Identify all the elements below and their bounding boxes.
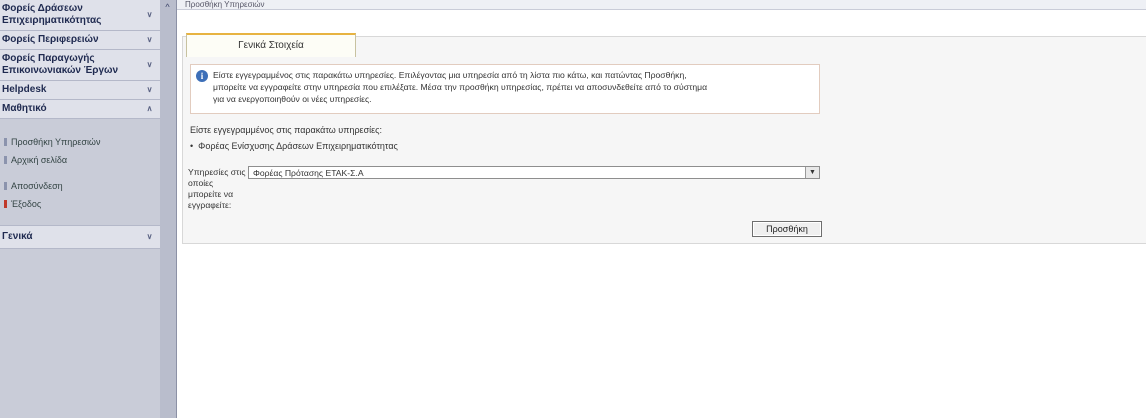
registered-service-label: Φορέας Ενίσχυσης Δράσεων Επιχειρηματικότ… bbox=[198, 141, 398, 151]
chevron-down-icon[interactable]: ∨ bbox=[144, 59, 155, 70]
sidebar-collapse-strip[interactable]: ^ bbox=[160, 0, 177, 418]
sidebar-section-label: Φορείς Δράσεων Επιχειρηματικότητας bbox=[2, 3, 102, 26]
sidebar-item-label: Αποσύνδεση bbox=[11, 181, 63, 191]
chevron-down-icon[interactable]: ∨ bbox=[144, 84, 155, 95]
sidebar-item-label: Αρχική σελίδα bbox=[11, 155, 68, 165]
sidebar-item-label: Έξοδος bbox=[11, 199, 42, 209]
info-icon: i bbox=[196, 70, 208, 82]
sidebar-section-student[interactable]: Μαθητικό ∧ bbox=[0, 100, 160, 119]
chevron-down-icon[interactable]: ∨ bbox=[144, 9, 155, 20]
chevron-down-icon[interactable]: ∨ bbox=[144, 231, 155, 242]
sidebar-item-logout[interactable]: Αποσύνδεση bbox=[0, 177, 160, 195]
sidebar-section-general[interactable]: Γενικά ∨ bbox=[0, 225, 160, 249]
info-message: i Είστε εγγεγραμμένος στις παρακάτω υπηρ… bbox=[190, 64, 820, 114]
bullet-icon bbox=[4, 156, 7, 164]
sidebar-item-label: Προσθήκη Υπηρεσιών bbox=[11, 137, 101, 147]
bullet-icon bbox=[4, 138, 7, 146]
registered-services-heading: Είστε εγγεγραμμένος στις παρακάτω υπηρεσ… bbox=[190, 125, 382, 135]
exit-icon bbox=[4, 200, 7, 208]
sidebar-section-actions[interactable]: Φορείς Δράσεων Επιχειρηματικότητας ∨ bbox=[0, 0, 160, 31]
page-title-bar: Προσθήκη Υπηρεσιών bbox=[177, 0, 1146, 10]
service-select-value: Φορέας Πρότασης ΕΤΑΚ-Σ.Α bbox=[253, 168, 364, 178]
sidebar: Φορείς Δράσεων Επιχειρηματικότητας ∨ Φορ… bbox=[0, 0, 161, 418]
service-select[interactable]: Φορέας Πρότασης ΕΤΑΚ-Σ.Α ▼ bbox=[248, 166, 820, 179]
sidebar-item-add-services[interactable]: Προσθήκη Υπηρεσιών bbox=[0, 133, 160, 151]
collapse-sidebar-icon[interactable]: ^ bbox=[162, 2, 173, 13]
sidebar-section-production[interactable]: Φορείς Παραγωγής Επικοινωνιακών Έργων ∨ bbox=[0, 50, 160, 81]
tab-general[interactable]: Γενικά Στοιχεία bbox=[186, 33, 356, 57]
info-text: Είστε εγγεγραμμένος στις παρακάτω υπηρεσ… bbox=[213, 69, 811, 105]
sidebar-item-exit[interactable]: Έξοδος bbox=[0, 195, 160, 213]
sidebar-section-label: Φορείς Περιφερειών bbox=[2, 34, 99, 45]
bullet-icon bbox=[4, 182, 7, 190]
add-service-button[interactable]: Προσθήκη bbox=[752, 221, 822, 237]
registered-service-item: • Φορέας Ενίσχυσης Δράσεων Επιχειρηματικ… bbox=[190, 141, 398, 151]
chevron-down-icon[interactable]: ∨ bbox=[144, 34, 155, 45]
service-select-label: Υπηρεσίες στις οποίες μπορείτε να εγγραφ… bbox=[188, 167, 246, 210]
sidebar-section-label: Helpdesk bbox=[2, 84, 47, 95]
info-line: Είστε εγγεγραμμένος στις παρακάτω υπηρεσ… bbox=[213, 70, 687, 80]
bullet-icon: • bbox=[190, 141, 196, 151]
tab-label: Γενικά Στοιχεία bbox=[238, 40, 304, 51]
chevron-up-icon[interactable]: ∧ bbox=[144, 103, 155, 114]
info-line: για να ενεργοποιηθούν οι νέες υπηρεσίες. bbox=[213, 94, 372, 104]
sidebar-section-helpdesk[interactable]: Helpdesk ∨ bbox=[0, 81, 160, 100]
sidebar-section-label: Μαθητικό bbox=[2, 103, 47, 114]
dropdown-arrow-icon[interactable]: ▼ bbox=[805, 167, 819, 178]
info-line: μπορείτε να εγγραφείτε στην υπηρεσία που… bbox=[213, 82, 708, 92]
sidebar-section-regions[interactable]: Φορείς Περιφερειών ∨ bbox=[0, 31, 160, 50]
sidebar-section-label: Φορείς Παραγωγής Επικοινωνιακών Έργων bbox=[2, 53, 119, 76]
sidebar-section-label: Γενικά bbox=[2, 231, 33, 242]
page-title: Προσθήκη Υπηρεσιών bbox=[185, 0, 265, 9]
sidebar-item-home[interactable]: Αρχική σελίδα bbox=[0, 151, 160, 169]
